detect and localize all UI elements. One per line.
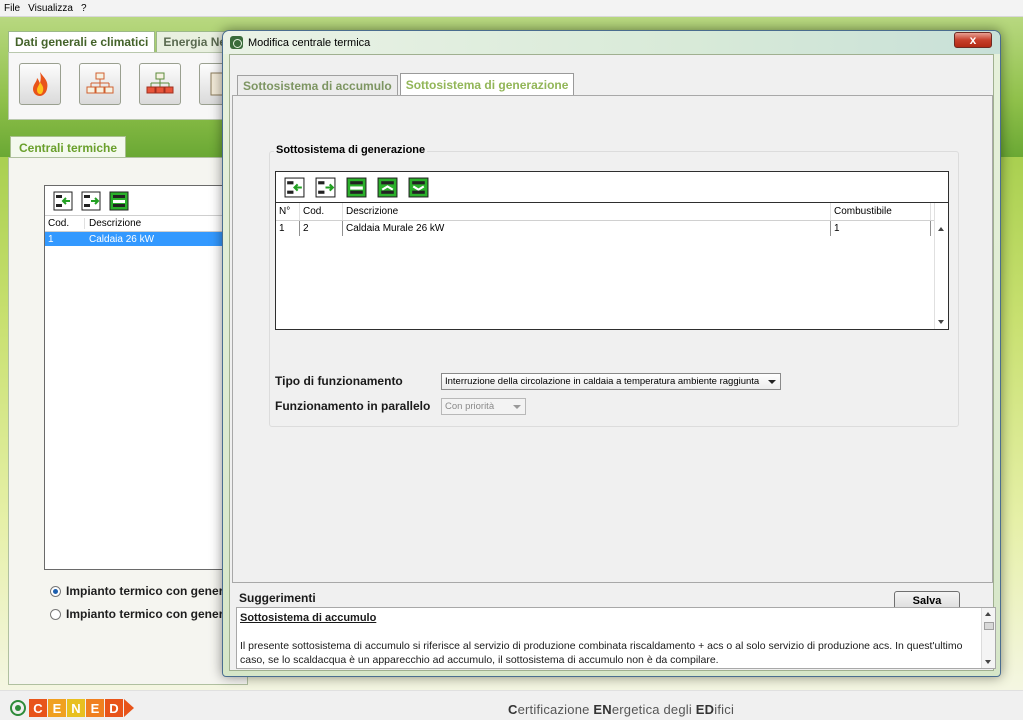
cell-combustibile[interactable]: 1 — [831, 221, 931, 236]
move-down-icon[interactable] — [408, 177, 429, 198]
tipo-funzionamento-label: Tipo di funzionamento — [275, 374, 403, 388]
centrali-list: Cod. Descrizione 1 Caldaia 26 kW — [44, 185, 234, 570]
scroll-down-icon[interactable] — [985, 660, 991, 664]
move-up-icon[interactable] — [377, 177, 398, 198]
col-cod: Cod. — [300, 203, 343, 220]
generazione-table-header: N° Cod. Descrizione Combustibile — [276, 203, 948, 221]
suggerimenti-heading: Sottosistema di accumulo — [240, 612, 377, 624]
suggerimenti-box: Sottosistema di accumulo Il presente sot… — [236, 607, 996, 669]
subsystem-tabs: Sottosistema di accumulo Sottosistema di… — [237, 73, 576, 95]
col-descrizione: Descrizione — [89, 218, 142, 229]
dialog-title: Modifica centrale termica — [248, 36, 371, 49]
footer-tagline: Certificazione ENergetica degli EDifici — [508, 702, 735, 717]
logo-arrow-icon — [124, 699, 134, 717]
menu-help[interactable]: ? — [81, 3, 87, 14]
main-toolbar — [8, 52, 248, 120]
scroll-down-icon[interactable] — [938, 320, 944, 324]
tab-accumulo[interactable]: Sottosistema di accumulo — [237, 75, 398, 95]
modifica-centrale-dialog: Modifica centrale termica x Sottosistema… — [222, 30, 1001, 677]
tab-centrali-termiche[interactable]: Centrali termiche — [10, 136, 127, 158]
group-title: Sottosistema di generazione — [274, 144, 428, 156]
menu-visualizza[interactable]: Visualizza — [28, 3, 73, 14]
insert-row-icon[interactable] — [53, 191, 73, 211]
centrali-table-header: Cod. Descrizione — [45, 216, 233, 232]
suggerimenti-text: Il presente sottosistema di accumulo si … — [240, 640, 963, 666]
ceneD-logo: C E N E D — [10, 699, 134, 717]
cell-cod: 1 — [48, 233, 54, 245]
scroll-thumb[interactable] — [984, 622, 994, 630]
append-row-icon[interactable] — [81, 191, 101, 211]
cell-cod[interactable]: 2 — [300, 221, 343, 236]
plant-diagram-button[interactable] — [79, 63, 121, 105]
tab-generazione[interactable]: Sottosistema di generazione — [399, 73, 575, 95]
generazione-groupbox: Sottosistema di generazione N° Cod. Desc… — [269, 144, 959, 427]
eye-logo-icon — [10, 700, 26, 716]
cell-numero: 1 — [276, 221, 300, 236]
tab-dati-generali[interactable]: Dati generali e climatici — [8, 31, 156, 52]
plant-diagram-icon — [86, 72, 114, 94]
scroll-up-icon[interactable] — [938, 227, 944, 231]
funzionamento-parallelo-label: Funzionamento in parallelo — [275, 399, 431, 413]
generazione-toolbar — [276, 172, 948, 203]
centrali-toolbar — [45, 186, 233, 216]
funzionamento-parallelo-select: Con priorità — [441, 398, 526, 415]
menu-bar: File Visualizza ? — [0, 0, 1023, 17]
col-cod: Cod. — [45, 218, 85, 229]
close-icon: x — [969, 33, 977, 47]
radio-button-checked[interactable] — [50, 585, 61, 597]
main-tabs: Dati generali e climatici Energia Nett — [8, 31, 242, 52]
radio-impianto-2[interactable]: Impianto termico con genera — [50, 606, 230, 622]
logo-letter: C — [29, 699, 47, 717]
chevron-down-icon — [513, 405, 521, 409]
flame-button[interactable] — [19, 63, 61, 105]
cell-descrizione[interactable]: Caldaia Murale 26 kW — [343, 221, 831, 236]
close-button[interactable]: x — [954, 32, 992, 48]
logo-letter: E — [86, 699, 104, 717]
app-icon — [230, 36, 243, 49]
col-numero: N° — [276, 203, 300, 220]
scroll-up-icon[interactable] — [985, 612, 991, 616]
dialog-titlebar[interactable]: Modifica centrale termica x — [223, 31, 1000, 54]
insert-row-icon[interactable] — [284, 177, 305, 198]
table-row[interactable]: 1 Caldaia 26 kW — [45, 232, 233, 246]
network-diagram-icon — [146, 72, 174, 94]
suggerimenti-scrollbar[interactable] — [981, 608, 995, 668]
col-combustibile: Combustibile — [831, 203, 931, 220]
col-descrizione: Descrizione — [343, 203, 831, 220]
append-row-icon[interactable] — [315, 177, 336, 198]
select-value: Con priorità — [445, 401, 495, 412]
network-diagram-button[interactable] — [139, 63, 181, 105]
radio-impianto-1[interactable]: Impianto termico con genera — [50, 583, 230, 599]
edit-row-icon[interactable] — [109, 191, 129, 211]
select-value: Interruzione della circolazione in calda… — [445, 376, 760, 387]
radio-label: Impianto termico con genera — [66, 607, 231, 621]
logo-letter: N — [67, 699, 85, 717]
flame-icon — [33, 72, 48, 96]
cell-descrizione: Caldaia 26 kW — [89, 233, 155, 245]
table-row[interactable]: 1 2 Caldaia Murale 26 kW 1 — [276, 221, 948, 236]
edit-row-icon[interactable] — [346, 177, 367, 198]
tab-panel: Sottosistema di generazione N° Cod. Desc… — [232, 95, 993, 611]
logo-letter: D — [105, 699, 123, 717]
chevron-down-icon — [768, 380, 776, 384]
dialog-content: Sottosistema di accumulo Sottosistema di… — [229, 54, 996, 671]
logo-letter: E — [48, 699, 66, 717]
generazione-table: N° Cod. Descrizione Combustibile 1 2 Cal… — [275, 171, 949, 330]
radio-button[interactable] — [50, 608, 61, 620]
radio-label: Impianto termico con genera — [66, 584, 231, 598]
suggerimenti-title: Suggerimenti — [239, 591, 316, 605]
menu-file[interactable]: File — [4, 3, 20, 14]
tipo-funzionamento-select[interactable]: Interruzione della circolazione in calda… — [441, 373, 781, 390]
table-scrollbar[interactable] — [934, 203, 948, 329]
